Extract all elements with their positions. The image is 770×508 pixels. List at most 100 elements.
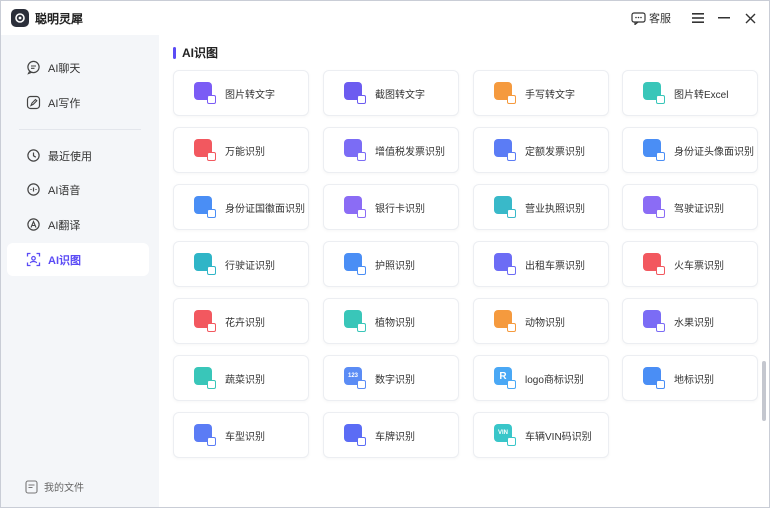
tool-card-label: 地标识别 [674,374,714,386]
vegetable-icon [194,367,216,389]
id-card-back-icon [194,196,216,218]
tool-icon-badge [656,323,665,332]
universal-scan-icon [194,139,216,161]
tool-icon-badge [507,209,516,218]
tool-card[interactable]: VIN 车辆VIN码识别 [473,412,609,458]
tool-icon-badge [207,380,216,389]
license-plate-icon [344,424,366,446]
close-button[interactable] [737,5,763,31]
scrollbar-thumb[interactable] [762,361,766,421]
tool-card-label: 营业执照识别 [525,203,585,215]
tool-card[interactable]: 图片转Excel [622,70,758,116]
tool-icon-badge [507,323,516,332]
tool-card[interactable]: 植物识别 [323,298,459,344]
tool-card[interactable]: 截图转文字 [323,70,459,116]
tool-card[interactable]: 万能识别 [173,127,309,173]
tool-card-label: 车辆VIN码识别 [525,431,592,443]
file-icon [25,479,38,494]
minimize-button[interactable] [711,5,737,31]
app-logo-icon [11,9,29,27]
tool-icon-badge [656,209,665,218]
tool-card[interactable]: 车型识别 [173,412,309,458]
tool-card[interactable]: 手写转文字 [473,70,609,116]
my-files-button[interactable]: 我的文件 [25,479,84,494]
tool-card-label: 水果识别 [674,317,714,329]
voice-icon [25,182,41,198]
tool-icon-badge [656,266,665,275]
tool-card[interactable]: 123 数字识别 [323,355,459,401]
vin-code-icon: VIN [494,424,516,446]
tool-card[interactable]: 定额发票识别 [473,127,609,173]
tool-card[interactable]: Rlogo商标识别 [473,355,609,401]
sidebar-item-recent[interactable]: 最近使用 [7,139,149,172]
animal-icon [494,310,516,332]
tool-icon-badge [357,323,366,332]
tool-icon-badge [357,95,366,104]
tool-card[interactable]: 身份证头像面识别 [622,127,758,173]
tool-card-label: 火车票识别 [674,260,724,272]
sidebar-item-ai-voice[interactable]: AI语音 [7,173,149,206]
tool-card[interactable]: 花卉识别 [173,298,309,344]
tool-icon-badge [207,323,216,332]
tool-card[interactable]: 护照识别 [323,241,459,287]
fruit-icon [643,310,665,332]
tool-card[interactable]: 地标识别 [622,355,758,401]
tool-card[interactable]: 动物识别 [473,298,609,344]
driver-license-icon [643,196,665,218]
tool-card[interactable]: 银行卡识别 [323,184,459,230]
sidebar-item-ai-image-recognition[interactable]: AI识图 [7,243,149,276]
tool-card-label: 驾驶证识别 [674,203,724,215]
sidebar-item-ai-writing[interactable]: AI写作 [7,86,149,119]
tool-icon-badge [207,437,216,446]
tool-card-label: 图片转Excel [674,89,729,101]
tool-card-label: 身份证国徽面识别 [225,203,305,215]
tool-card[interactable]: 出租车票识别 [473,241,609,287]
section-title-text: AI识图 [182,46,219,60]
tool-card-label: 身份证头像面识别 [674,146,754,158]
menu-button[interactable] [685,5,711,31]
image-text-icon [194,82,216,104]
tool-card[interactable]: 图片转文字 [173,70,309,116]
tool-card[interactable]: 火车票识别 [622,241,758,287]
tool-card-label: 车型识别 [225,431,265,443]
tool-card[interactable]: 身份证国徽面识别 [173,184,309,230]
tool-card[interactable]: 车牌识别 [323,412,459,458]
car-model-icon [194,424,216,446]
sidebar-item-label: AI聊天 [48,62,81,75]
screenshot-icon [344,82,366,104]
tool-card[interactable]: 增值税发票识别 [323,127,459,173]
tool-icon-badge [507,152,516,161]
app-title: 聪明灵犀 [35,11,84,26]
handwriting-icon [494,82,516,104]
business-license-icon [494,196,516,218]
history-icon [25,148,41,164]
tool-icon-badge [357,266,366,275]
tool-card[interactable]: 营业执照识别 [473,184,609,230]
tool-card-label: 蔬菜识别 [225,374,265,386]
tool-card[interactable]: 水果识别 [622,298,758,344]
sidebar-item-label: AI识图 [48,254,81,267]
sidebar: AI聊天 AI写作 最近使用 AI语音 AI翻译 AI识图 我的文件 [1,35,159,507]
scan-icon [25,252,41,268]
tool-card-label: 数字识别 [375,374,415,386]
tool-card[interactable]: 行驶证识别 [173,241,309,287]
id-card-front-icon [643,139,665,161]
customer-service-label: 客服 [649,13,671,25]
close-icon [745,13,755,23]
tool-card-label: 截图转文字 [375,89,425,101]
tool-card-label: 车牌识别 [375,431,415,443]
tool-icon-badge [656,152,665,161]
tool-card-label: 图片转文字 [225,89,275,101]
sidebar-item-ai-chat[interactable]: AI聊天 [7,51,149,84]
tool-card[interactable]: 驾驶证识别 [622,184,758,230]
tool-card-label: 万能识别 [225,146,265,158]
quota-invoice-icon [494,139,516,161]
tool-card-label: 护照识别 [375,260,415,272]
tool-card-label: 植物识别 [375,317,415,329]
tool-card-label: 动物识别 [525,317,565,329]
sidebar-item-label: AI语音 [48,184,81,197]
tool-card[interactable]: 蔬菜识别 [173,355,309,401]
sidebar-item-ai-translate[interactable]: AI翻译 [7,208,149,241]
customer-service-button[interactable]: 客服 [631,10,671,26]
vat-invoice-icon [344,139,366,161]
